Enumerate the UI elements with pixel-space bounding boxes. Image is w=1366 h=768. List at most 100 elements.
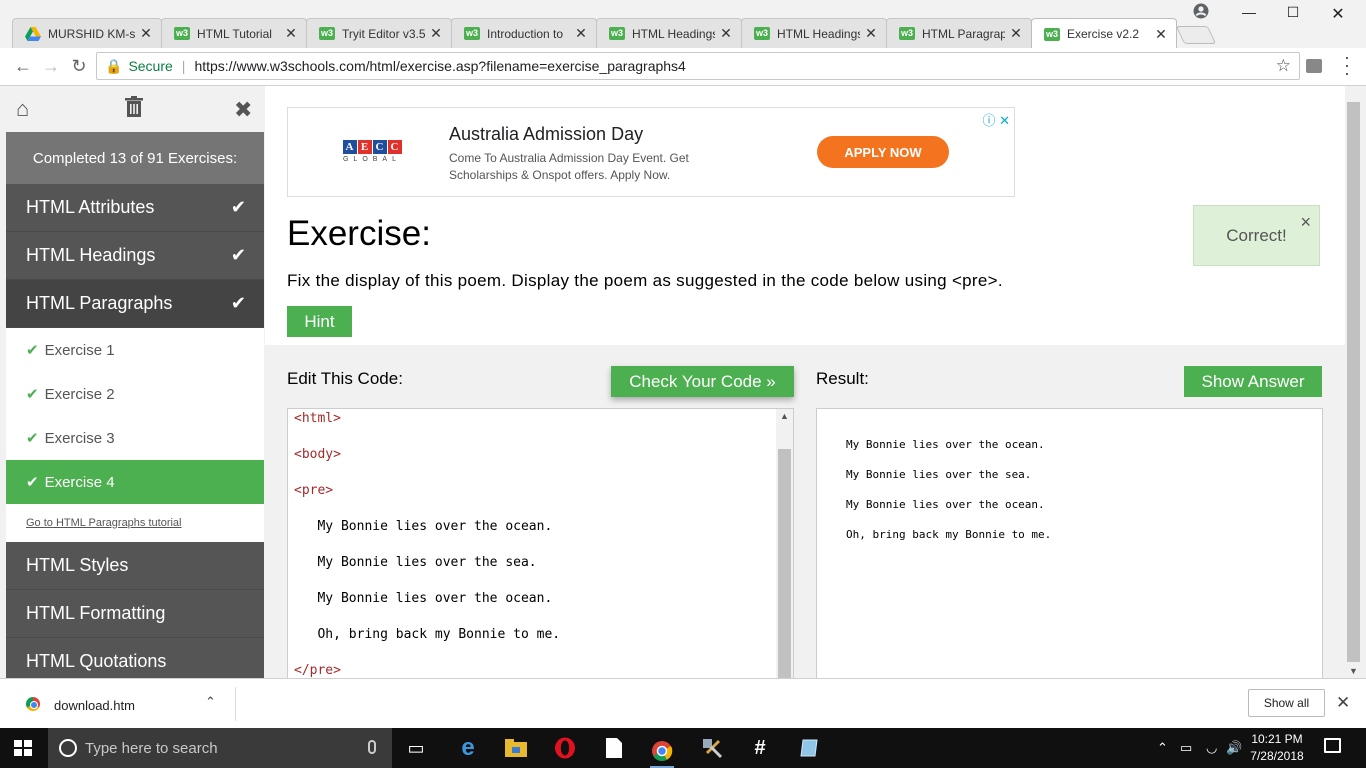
close-tab-icon[interactable]: ✕ — [574, 25, 588, 42]
browser-tab[interactable]: w3 HTML Headings ✕ — [741, 18, 887, 48]
sidebar-topic[interactable]: HTML Headings ✔ — [6, 232, 264, 280]
code-line: My Bonnie lies over the ocean. — [294, 519, 553, 534]
back-button[interactable]: ← — [12, 56, 34, 77]
sidebar-topic[interactable]: HTML Styles — [6, 542, 264, 590]
aecc-logo-sub: GLOBAL — [342, 156, 401, 163]
apply-now-button[interactable]: APPLY NOW — [817, 136, 949, 168]
sidebar-toolbar: ⌂ ✖ — [6, 86, 264, 132]
trash-icon[interactable] — [124, 96, 144, 124]
browser-tab[interactable]: w3 Tryit Editor v3.5 ✕ — [306, 18, 452, 48]
result-line: My Bonnie lies over the sea. — [846, 468, 1032, 481]
sidebar-exercise-item[interactable]: ✔ Exercise 3 — [6, 416, 264, 460]
document-icon[interactable] — [602, 736, 626, 760]
check-code-button[interactable]: Check Your Code » — [611, 366, 794, 397]
sidebar-topic[interactable]: HTML Paragraphs ✔ — [6, 280, 264, 328]
sidebar-topic[interactable]: HTML Quotations — [6, 638, 264, 678]
scroll-down-icon[interactable]: ▼ — [1349, 666, 1358, 676]
system-clock[interactable]: 10:21 PM 7/28/2018 — [1244, 731, 1310, 765]
tools-icon[interactable] — [700, 736, 724, 760]
code-line: <html> — [294, 411, 341, 426]
close-tab-icon[interactable]: ✕ — [139, 25, 153, 42]
taskbar-search[interactable]: Type here to search — [48, 728, 392, 768]
sidebar-topic[interactable]: HTML Attributes ✔ — [6, 184, 264, 232]
download-filename[interactable]: download.htm — [54, 698, 135, 713]
tab-label: HTML Paragrapl — [922, 26, 1005, 41]
profile-icon[interactable] — [1193, 3, 1209, 19]
microphone-icon[interactable] — [368, 740, 376, 754]
checkmark-icon: ✔ — [26, 386, 39, 403]
url-text[interactable]: https://www.w3schools.com/html/exercise.… — [194, 58, 685, 74]
adchoices-icon[interactable]: ⓘ ✕ — [982, 110, 1010, 129]
close-tab-icon[interactable]: ✕ — [864, 25, 878, 42]
sidebar-exercise-item[interactable]: ✔ Exercise 2 — [6, 372, 264, 416]
browser-tab[interactable]: w3 HTML Paragrapl ✕ — [886, 18, 1032, 48]
browser-tab[interactable]: MURSHID KM-s ✕ — [12, 18, 162, 48]
sidebar-exercise-item[interactable]: ✔ Exercise 1 — [6, 328, 264, 372]
chrome-taskbar-icon[interactable] — [650, 736, 674, 768]
volume-icon[interactable]: 🔊 — [1226, 740, 1242, 756]
edge-icon[interactable]: e — [456, 734, 480, 761]
forward-button[interactable]: → — [40, 56, 62, 77]
show-all-button[interactable]: Show all — [1248, 689, 1325, 717]
sidebar-topic-label: HTML Quotations — [26, 651, 167, 671]
code-editor[interactable]: <html> <body> <pre> My Bonnie lies over … — [287, 408, 794, 678]
browser-tab[interactable]: w3 Exercise v2.2 ✕ — [1031, 18, 1177, 49]
action-center-icon[interactable] — [1324, 738, 1341, 753]
chrome-menu-icon[interactable]: · · · — [1340, 48, 1354, 82]
close-tab-icon[interactable]: ✕ — [719, 25, 733, 42]
close-tab-icon[interactable]: ✕ — [1009, 25, 1023, 42]
close-tab-icon[interactable]: ✕ — [284, 25, 298, 42]
bookmark-star-icon[interactable]: ☆ — [1276, 56, 1291, 76]
notepad-icon[interactable] — [797, 736, 821, 760]
browser-tab[interactable]: w3 Introduction to ✕ — [451, 18, 597, 48]
tutorial-link[interactable]: Go to HTML Paragraphs tutorial — [6, 504, 264, 542]
sidebar-exercise-item[interactable]: ✔ Exercise 4 — [6, 460, 264, 504]
page-scroll-thumb[interactable] — [1347, 102, 1360, 662]
aecc-logo-letter: C — [372, 140, 387, 154]
address-bar[interactable]: 🔒 Secure | https://www.w3schools.com/htm… — [96, 52, 1300, 80]
opera-icon[interactable] — [553, 736, 577, 760]
windows-start-icon[interactable] — [14, 740, 32, 756]
sidebar-topic-label: HTML Formatting — [26, 603, 166, 623]
reload-button[interactable]: ↻ — [68, 56, 90, 77]
close-sidebar-icon[interactable]: ✖ — [234, 97, 252, 123]
sidebar-topic[interactable]: HTML Formatting — [6, 590, 264, 638]
sidebar-topic-label: HTML Attributes — [26, 197, 155, 217]
task-view-icon[interactable]: ▭ — [404, 736, 428, 760]
tab-label: HTML Headings — [777, 26, 860, 41]
show-answer-button[interactable]: Show Answer — [1184, 366, 1322, 397]
browser-tab[interactable]: w3 HTML Tutorial ✕ — [161, 18, 307, 48]
code-line: Oh, bring back my Bonnie to me. — [294, 627, 561, 642]
wifi-icon[interactable]: ◡ — [1206, 740, 1217, 756]
w3schools-icon: w3 — [174, 27, 190, 41]
close-window-button[interactable]: ✕ — [1315, 4, 1361, 24]
page-scrollbar[interactable]: ▼ — [1345, 86, 1362, 678]
home-icon[interactable]: ⌂ — [16, 96, 29, 122]
main-content: AECC GLOBAL Australia Admission Day Come… — [265, 86, 1345, 678]
file-explorer-icon[interactable] — [504, 736, 528, 760]
extension-icon[interactable] — [1306, 59, 1322, 73]
hint-button[interactable]: Hint — [287, 306, 352, 337]
ad-headline[interactable]: Australia Admission Day — [449, 124, 643, 145]
scroll-up-icon[interactable]: ▲ — [780, 411, 789, 421]
editor-scrollbar[interactable]: ▲ — [776, 409, 793, 678]
chevron-up-icon[interactable]: ⌃ — [205, 694, 216, 710]
show-hidden-icons[interactable]: ⌃ — [1157, 740, 1168, 756]
browser-tab[interactable]: w3 HTML Headings ✕ — [596, 18, 742, 48]
checkmark-icon: ✔ — [26, 342, 39, 359]
slack-icon[interactable]: # — [748, 736, 772, 760]
close-tab-icon[interactable]: ✕ — [1154, 26, 1168, 43]
close-alert-icon[interactable]: × — [1300, 212, 1311, 233]
result-line: Oh, bring back my Bonnie to me. — [846, 528, 1052, 541]
tab-label: Introduction to — [487, 26, 564, 41]
ad-banner[interactable]: AECC GLOBAL Australia Admission Day Come… — [287, 107, 1015, 197]
battery-icon[interactable]: ▭ — [1180, 740, 1192, 756]
minimize-button[interactable]: — — [1226, 4, 1272, 20]
maximize-button[interactable]: ☐ — [1270, 4, 1316, 21]
close-tab-icon[interactable]: ✕ — [429, 25, 443, 42]
editor-scroll-thumb[interactable] — [778, 449, 791, 678]
new-tab-button[interactable] — [1175, 26, 1217, 44]
code-line: My Bonnie lies over the sea. — [294, 555, 537, 570]
code-text[interactable]: <html> <body> <pre> My Bonnie lies over … — [294, 409, 561, 678]
close-shelf-icon[interactable]: ✕ — [1336, 693, 1350, 713]
